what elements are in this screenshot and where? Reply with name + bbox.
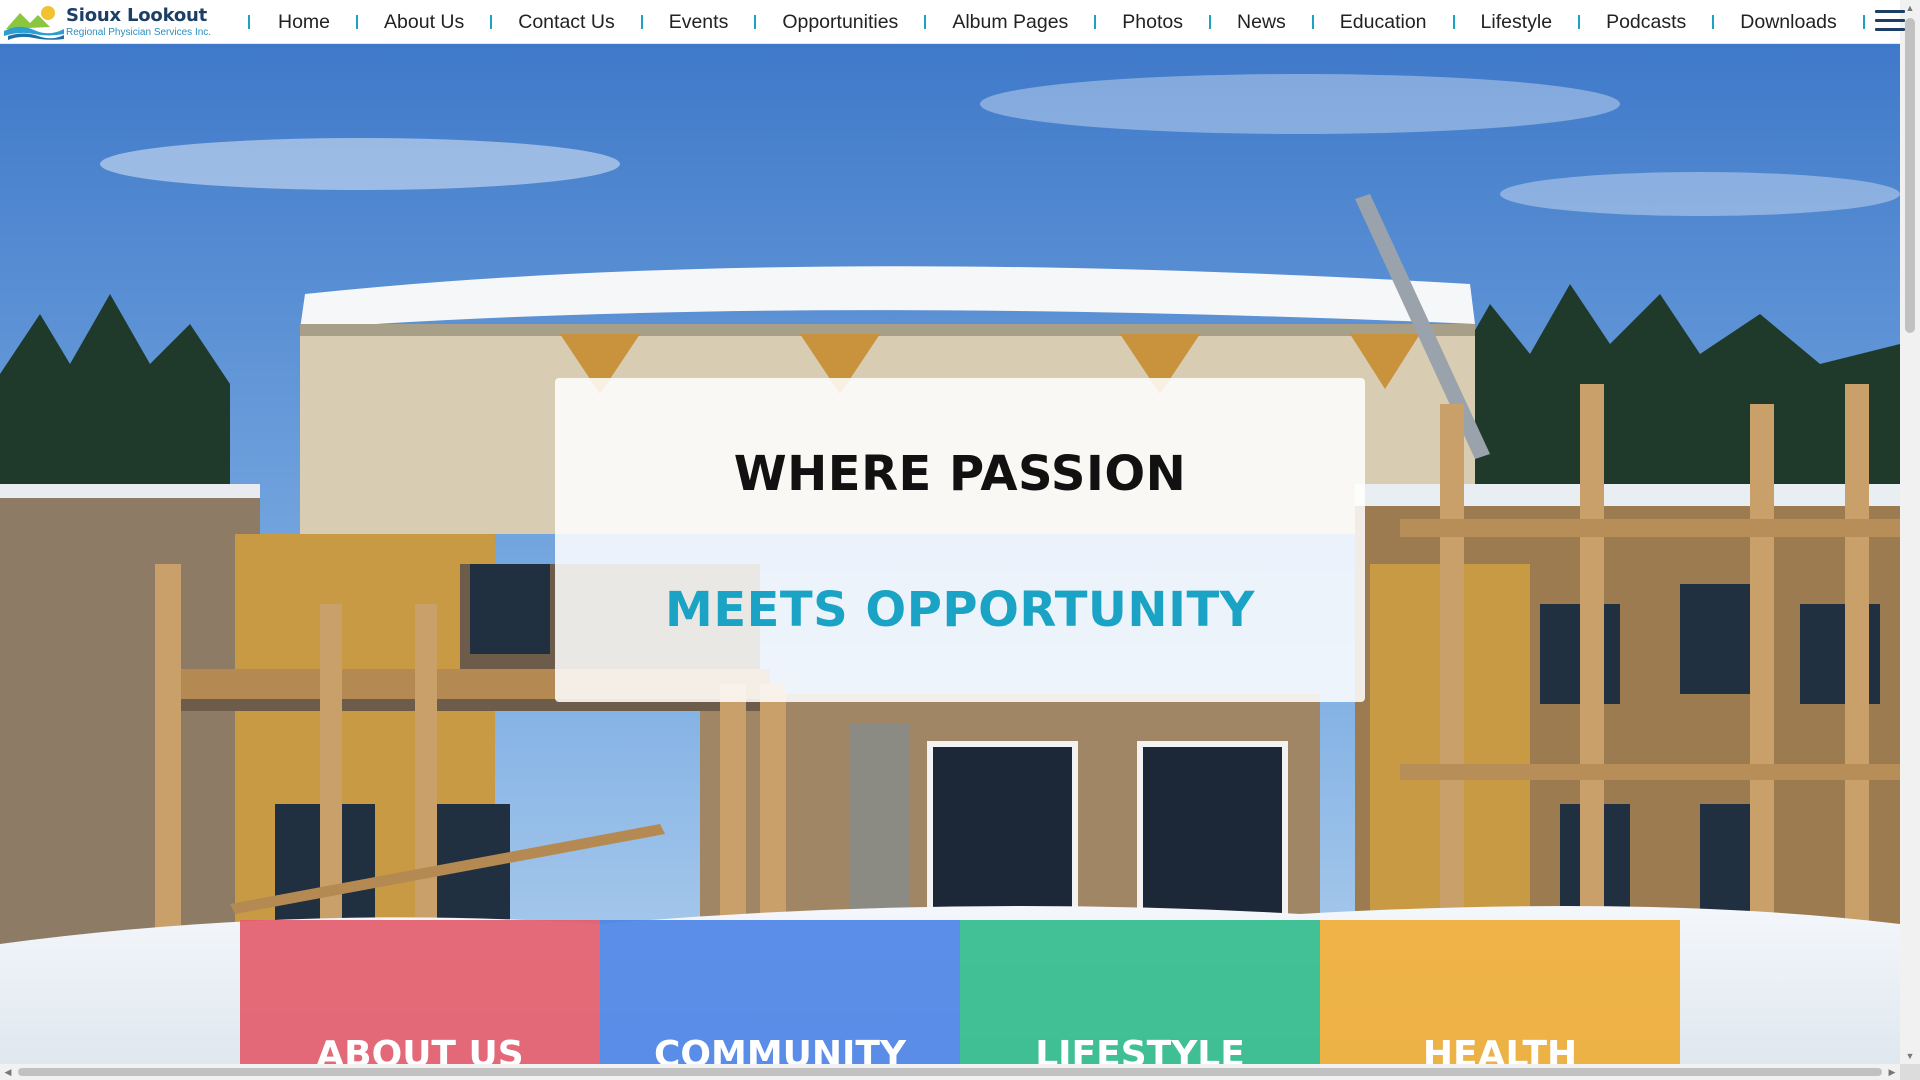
nav-link-education[interactable]: Education xyxy=(1314,11,1453,34)
nav-item-home: Home xyxy=(248,0,356,44)
hero-headline: WHERE PASSION xyxy=(733,446,1187,502)
nav-link-about-us[interactable]: About Us xyxy=(358,11,490,34)
nav-item-lifestyle: Lifestyle xyxy=(1452,0,1579,44)
nav-item-education: Education xyxy=(1311,0,1453,44)
scroll-down-arrow-icon[interactable]: ▼ xyxy=(1900,1048,1920,1064)
tile-community[interactable]: COMMUNITY xyxy=(600,920,960,1064)
scroll-left-arrow-icon[interactable]: ◀ xyxy=(0,1064,16,1080)
tile-label: HEALTH xyxy=(1422,1034,1578,1064)
nav-link-home[interactable]: Home xyxy=(250,11,356,34)
nav-item-photos: Photos xyxy=(1094,0,1209,44)
tile-label: LIFESTYLE xyxy=(1035,1034,1245,1064)
nav-link-album-pages[interactable]: Album Pages xyxy=(926,11,1094,34)
vertical-scrollbar[interactable]: ▲ ▼ xyxy=(1900,0,1920,1064)
site-logo[interactable]: Sioux Lookout Regional Physician Service… xyxy=(4,2,216,42)
scroll-right-arrow-icon[interactable]: ▶ xyxy=(1884,1064,1900,1080)
hero-subheadline: MEETS OPPORTUNITY xyxy=(665,582,1255,638)
nav-link-events[interactable]: Events xyxy=(643,11,755,34)
feature-tiles: ABOUT US COMMUNITY LIFESTYLE HEALTH xyxy=(240,920,1680,1064)
nav-link-downloads[interactable]: Downloads xyxy=(1714,11,1862,34)
nav-item-events: Events xyxy=(640,0,755,44)
nav-link-news[interactable]: News xyxy=(1211,11,1312,34)
nav-link-opportunities[interactable]: Opportunities xyxy=(756,11,924,34)
horizontal-scrollbar[interactable]: ◀ ▶ xyxy=(0,1064,1900,1080)
nav-link-lifestyle[interactable]: Lifestyle xyxy=(1455,11,1579,34)
nav-item-album-pages: Album Pages xyxy=(924,0,1094,44)
tile-label: ABOUT US xyxy=(316,1034,524,1064)
tile-lifestyle[interactable]: LIFESTYLE xyxy=(960,920,1320,1064)
hamburger-menu-icon[interactable] xyxy=(1875,10,1905,34)
nav-item-news: News xyxy=(1209,0,1312,44)
nav-item-downloads: Downloads xyxy=(1712,0,1865,44)
nav-link-podcasts[interactable]: Podcasts xyxy=(1580,11,1712,34)
logo-subtitle: Regional Physician Services Inc. xyxy=(66,26,212,38)
nav-item-about-us: About Us xyxy=(356,0,490,44)
hero-tagline-card: WHERE PASSION MEETS OPPORTUNITY xyxy=(555,378,1365,702)
nav-separator xyxy=(1862,15,1865,29)
hero-banner: WHERE PASSION MEETS OPPORTUNITY xyxy=(0,44,1900,1064)
scrollbar-corner xyxy=(1900,1064,1920,1080)
tile-health[interactable]: HEALTH xyxy=(1320,920,1680,1064)
nav-item-opportunities: Opportunities xyxy=(754,0,924,44)
horizontal-scroll-thumb[interactable] xyxy=(18,1068,1882,1076)
main-menu: Home About Us Contact Us Events Opportun… xyxy=(248,0,1865,44)
top-navigation-bar: Sioux Lookout Regional Physician Service… xyxy=(0,0,1905,44)
vertical-scroll-thumb[interactable] xyxy=(1905,18,1915,333)
nav-item-podcasts: Podcasts xyxy=(1578,0,1712,44)
nav-link-photos[interactable]: Photos xyxy=(1096,11,1209,34)
nav-link-contact-us[interactable]: Contact Us xyxy=(492,11,640,34)
tile-about-us[interactable]: ABOUT US xyxy=(240,920,600,1064)
logo-title: Sioux Lookout xyxy=(66,4,208,26)
tile-label: COMMUNITY xyxy=(653,1034,907,1064)
logo-mark-icon xyxy=(4,6,64,40)
nav-item-contact-us: Contact Us xyxy=(490,0,640,44)
